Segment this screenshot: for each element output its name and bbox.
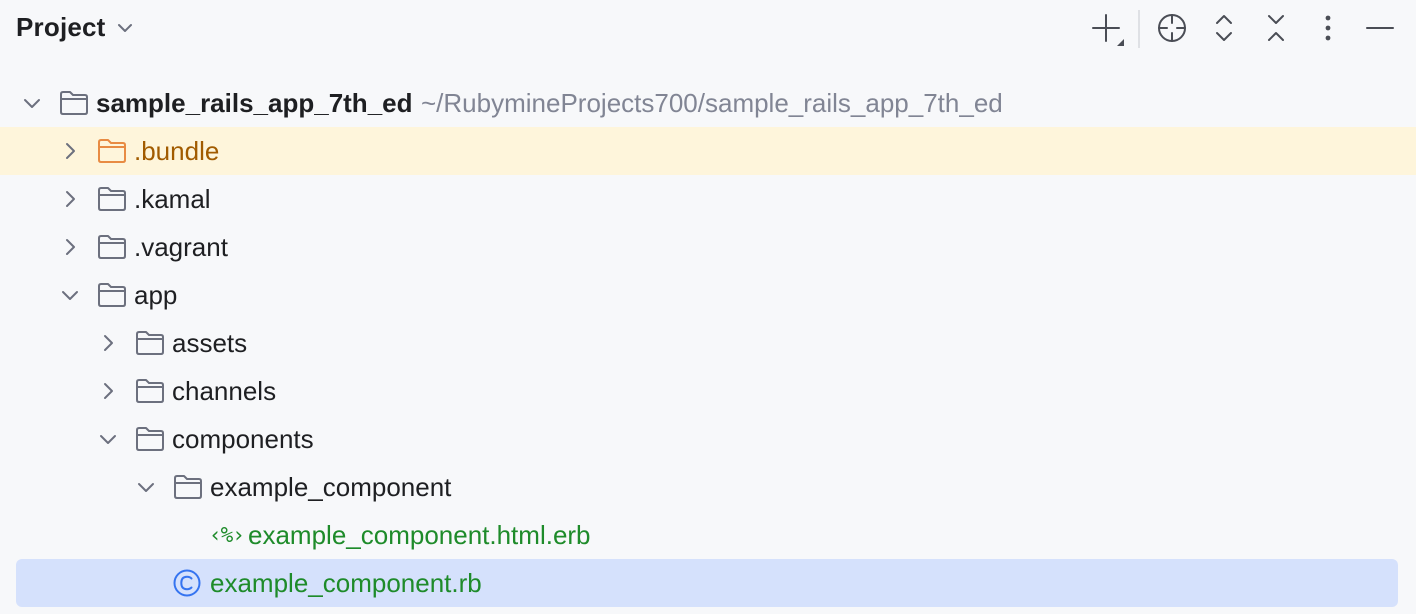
folder-icon [174,475,202,499]
expand-all-button[interactable] [1204,8,1244,48]
chevron-right-icon[interactable] [60,189,80,209]
hide-panel-button[interactable] [1360,8,1400,48]
panel-title: Project [16,12,106,42]
collapse-all-button[interactable] [1256,8,1296,48]
toolbar-divider [1138,10,1140,48]
tree-item-label: example_component [210,472,452,502]
ruby-class-icon [173,569,201,597]
collapse-all-icon [1268,15,1284,41]
folder-icon [98,283,126,307]
tree-item-example-component-folder[interactable]: example_component [0,463,1416,511]
tree-item-assets[interactable]: assets [0,319,1416,367]
chevron-down-icon[interactable] [60,285,80,305]
locate-file-button[interactable] [1152,8,1192,48]
folder-icon [98,187,126,211]
tree-item-components[interactable]: components [0,415,1416,463]
chevron-right-icon[interactable] [60,237,80,257]
chevron-right-icon[interactable] [98,381,118,401]
project-path: ~/RubymineProjects700/sample_rails_app_7… [421,88,1003,118]
chevron-down-icon[interactable] [136,477,156,497]
chevron-right-icon[interactable] [60,141,80,161]
tree-item-label: components [172,424,314,454]
tree-item-root[interactable]: sample_rails_app_7th_ed ~/RubymineProjec… [0,79,1416,127]
folder-icon [98,235,126,259]
tree-item-label: example_component.html.erb [248,520,591,550]
tree-item-label: .bundle [134,136,220,166]
tree-item-kamal[interactable]: .kamal [0,175,1416,223]
folder-icon [60,91,88,115]
tree-item-app[interactable]: app [0,271,1416,319]
tree-item-label: app [134,280,178,310]
tree-item-erb-file[interactable]: ‹%› example_component.html.erb [0,511,1416,559]
tree-item-channels[interactable]: channels [0,367,1416,415]
chevron-down-icon[interactable] [98,429,118,449]
chevron-right-icon[interactable] [98,333,118,353]
options-button[interactable] [1308,8,1348,48]
chevron-down-icon [117,23,132,32]
tree-item-vagrant[interactable]: .vagrant [0,223,1416,271]
project-view-selector[interactable]: Project [16,12,134,43]
tree-item-bundle[interactable]: .bundle [0,127,1416,175]
plus-icon [1092,14,1124,46]
tree-item-label: channels [172,376,277,406]
minimize-icon [1366,27,1394,29]
folder-icon [136,427,164,451]
more-vertical-icon [1325,15,1331,41]
crosshair-icon [1158,14,1186,42]
folder-icon [136,331,164,355]
expand-all-icon [1216,15,1232,41]
new-file-button[interactable] [1086,8,1126,48]
tree-item-label: assets [172,328,248,358]
folder-icon [136,379,164,403]
chevron-down-icon[interactable] [22,93,42,113]
tree-item-label: .kamal [134,184,211,214]
tree-item-label: .vagrant [134,232,228,262]
tree-item-label: example_component.rb [210,568,482,598]
erb-icon: ‹%› [209,523,245,547]
project-panel-header: Project [0,0,1416,58]
tree-item-rb-file[interactable]: example_component.rb [16,559,1398,607]
folder-icon [98,139,126,163]
tree-item-label: sample_rails_app_7th_ed [96,88,413,118]
